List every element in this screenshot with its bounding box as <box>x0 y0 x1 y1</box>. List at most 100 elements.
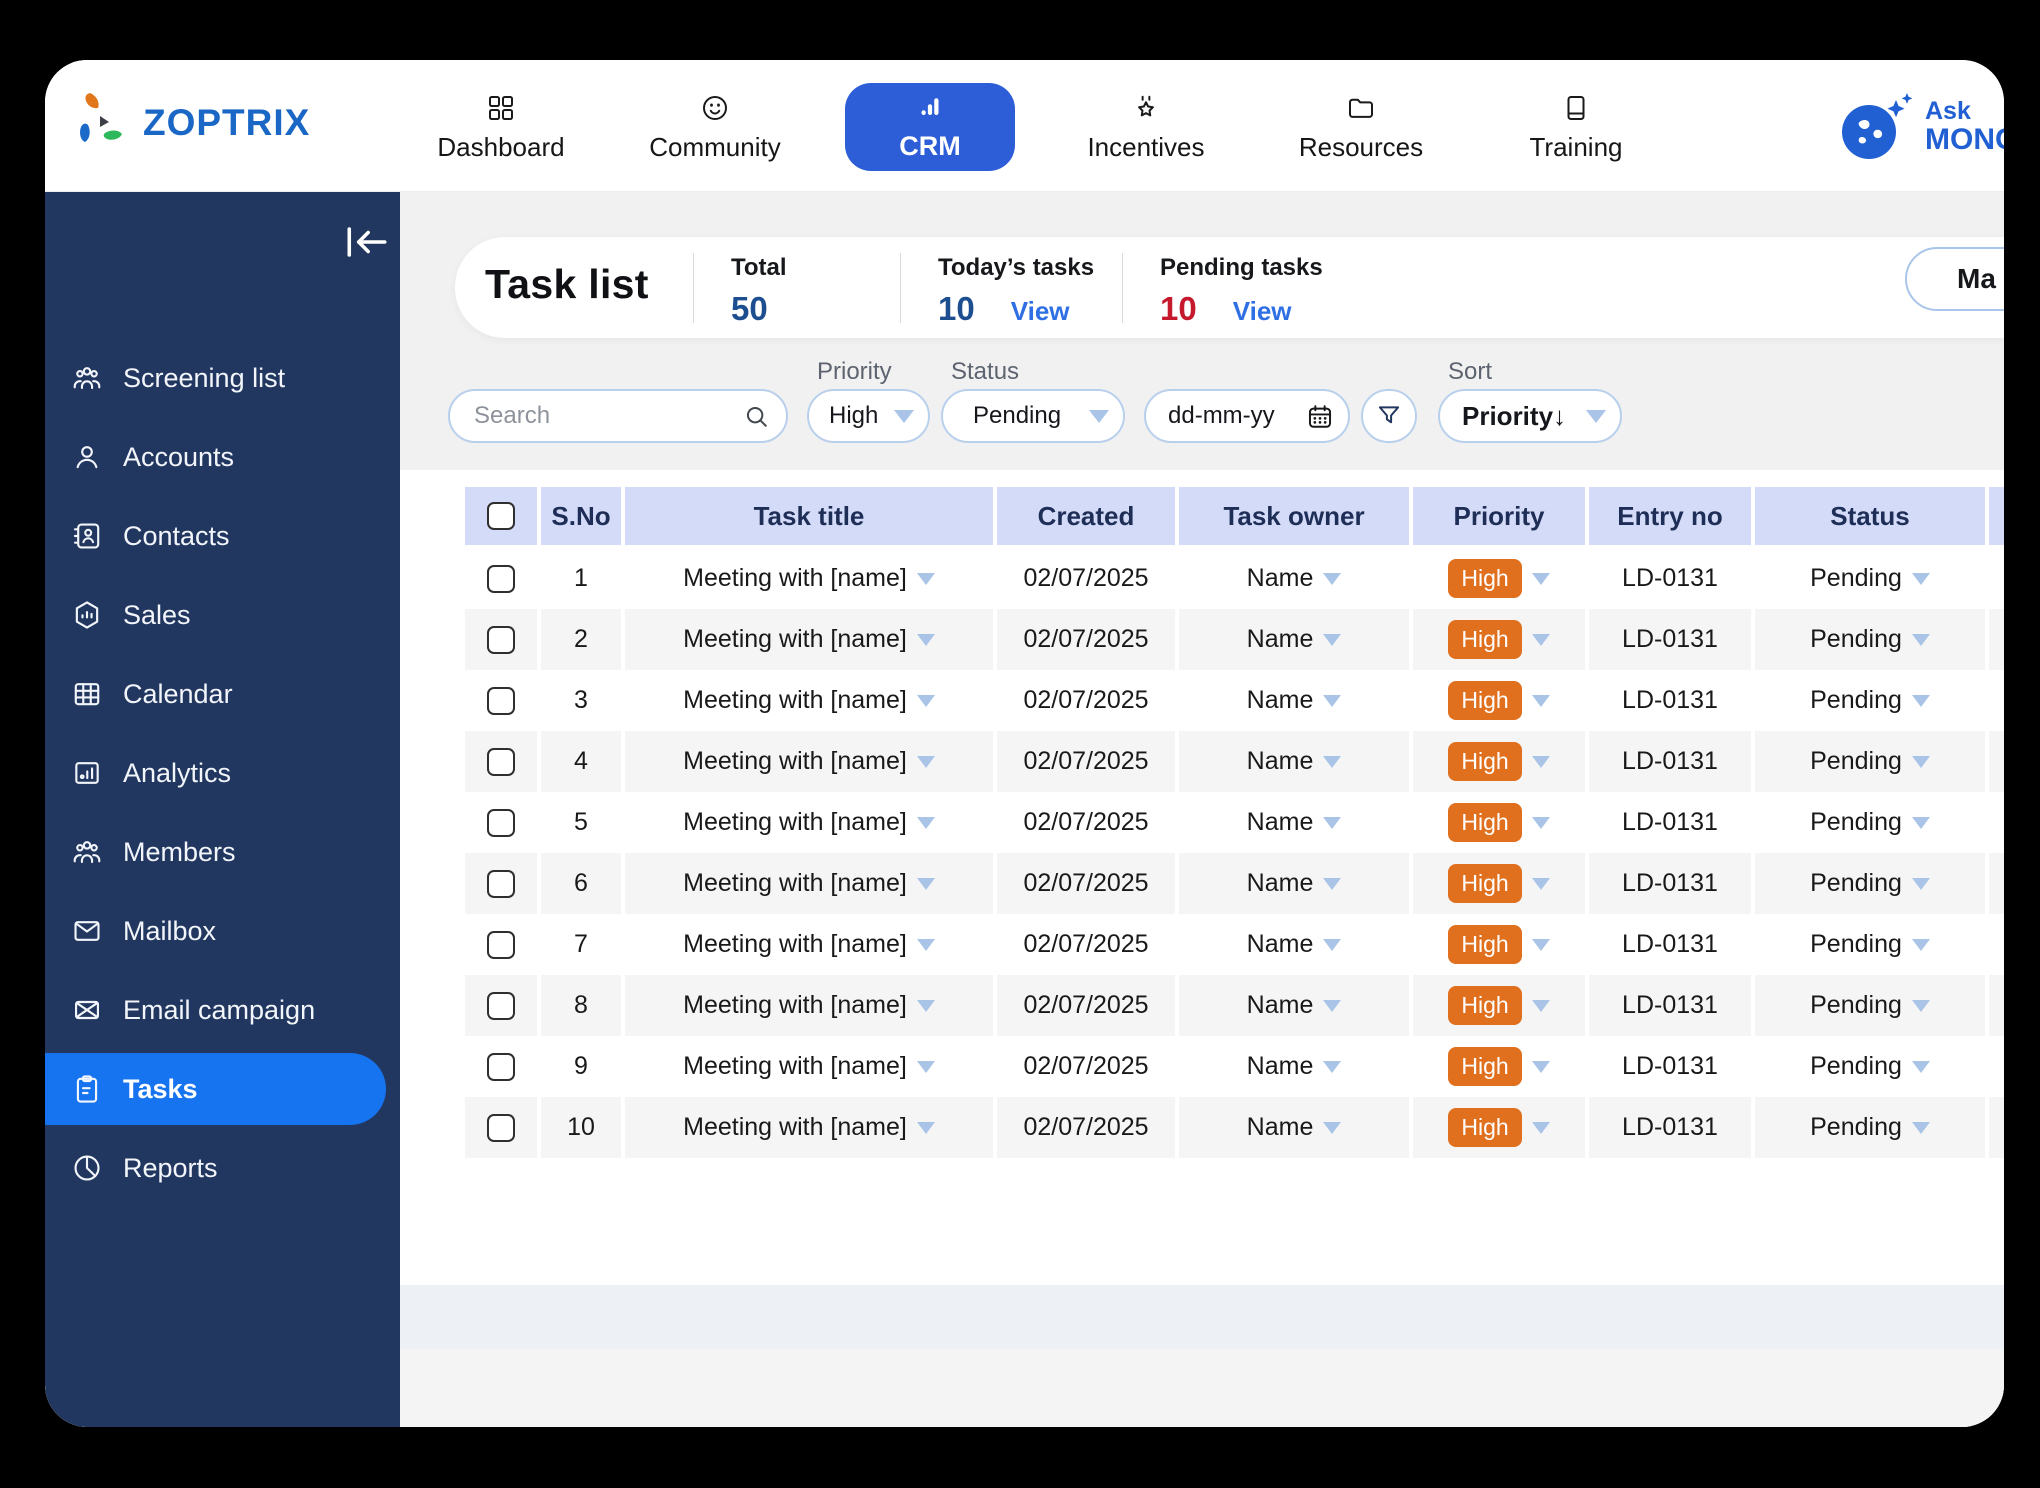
status-dropdown-value: Pending <box>973 402 1061 430</box>
cell-partial <box>1989 548 2004 609</box>
stat-view-link[interactable]: View <box>1233 296 1292 327</box>
cell-priority[interactable]: High <box>1413 731 1585 792</box>
cell-task-title[interactable]: Meeting with [name] <box>625 609 993 670</box>
cell-status[interactable]: Pending <box>1755 1036 1985 1097</box>
sidebar-item-screening-list[interactable]: Screening list <box>45 346 400 410</box>
row-checkbox[interactable] <box>487 748 515 776</box>
cell-task-title[interactable]: Meeting with [name] <box>625 975 993 1036</box>
cell-status[interactable]: Pending <box>1755 914 1985 975</box>
sort-dropdown[interactable]: Priority↓ <box>1438 389 1622 443</box>
cell-priority[interactable]: High <box>1413 670 1585 731</box>
chevron-down-icon <box>1912 634 1930 646</box>
sidebar-item-accounts[interactable]: Accounts <box>45 425 400 489</box>
cell-priority[interactable]: High <box>1413 853 1585 914</box>
row-checkbox[interactable] <box>487 992 515 1020</box>
cell-task-title[interactable]: Meeting with [name] <box>625 853 993 914</box>
cell-priority[interactable]: High <box>1413 548 1585 609</box>
cell-created: 02/07/2025 <box>997 792 1175 853</box>
cell-task-title[interactable]: Meeting with [name] <box>625 548 993 609</box>
cell-task-owner[interactable]: Name <box>1179 853 1409 914</box>
topnav-item-training[interactable]: Training <box>1491 82 1661 174</box>
cell-task-owner[interactable]: Name <box>1179 548 1409 609</box>
sidebar-item-members[interactable]: Members <box>45 820 400 884</box>
brand-logo[interactable]: ZOPTRIX <box>73 90 310 156</box>
cell-task-title[interactable]: Meeting with [name] <box>625 1036 993 1097</box>
cell-status[interactable]: Pending <box>1755 670 1985 731</box>
cell-task-title[interactable]: Meeting with [name] <box>625 914 993 975</box>
cell-priority[interactable]: High <box>1413 975 1585 1036</box>
chevron-down-icon <box>917 634 935 646</box>
calendar-icon <box>1306 403 1334 431</box>
cell-status[interactable]: Pending <box>1755 609 1985 670</box>
stat-view-link[interactable]: View <box>1011 296 1070 327</box>
cell-task-owner[interactable]: Name <box>1179 731 1409 792</box>
cell-task-title[interactable]: Meeting with [name] <box>625 731 993 792</box>
cell-priority[interactable]: High <box>1413 914 1585 975</box>
cell-status[interactable]: Pending <box>1755 731 1985 792</box>
topnav-item-incentives[interactable]: Incentives <box>1061 82 1231 174</box>
cell-task-owner[interactable]: Name <box>1179 975 1409 1036</box>
row-checkbox[interactable] <box>487 809 515 837</box>
cell-priority[interactable]: High <box>1413 792 1585 853</box>
filter-button[interactable] <box>1361 389 1417 443</box>
cut-off-action-button[interactable]: Ma <box>1905 247 2004 311</box>
chevron-down-icon <box>917 695 935 707</box>
cell-partial <box>1989 853 2004 914</box>
cell-task-owner[interactable]: Name <box>1179 792 1409 853</box>
cell-status[interactable]: Pending <box>1755 548 1985 609</box>
analytics-doc-icon <box>71 757 103 789</box>
row-checkbox[interactable] <box>487 1114 515 1142</box>
sidebar-item-reports[interactable]: Reports <box>45 1136 400 1200</box>
row-checkbox[interactable] <box>487 565 515 593</box>
screen-canvas: ZOPTRIX Dashboard Community CRM Incentiv… <box>0 0 2040 1488</box>
topnav-label-crm: CRM <box>899 131 961 162</box>
sidebar-item-mailbox[interactable]: Mailbox <box>45 899 400 963</box>
row-checkbox[interactable] <box>487 687 515 715</box>
search-box[interactable] <box>448 389 788 443</box>
row-select-cell <box>465 1097 537 1158</box>
sidebar-item-sales[interactable]: Sales <box>45 583 400 647</box>
cell-priority[interactable]: High <box>1413 1036 1585 1097</box>
row-select-cell <box>465 914 537 975</box>
row-checkbox[interactable] <box>487 931 515 959</box>
cell-task-owner[interactable]: Name <box>1179 1036 1409 1097</box>
date-filter-input[interactable]: dd-mm-yy <box>1144 389 1350 443</box>
priority-dropdown[interactable]: High <box>807 389 930 443</box>
cell-task-title[interactable]: Meeting with [name] <box>625 792 993 853</box>
row-checkbox[interactable] <box>487 1053 515 1081</box>
topnav-item-dashboard[interactable]: Dashboard <box>416 82 586 174</box>
select-all-checkbox[interactable] <box>487 502 515 530</box>
cell-task-owner[interactable]: Name <box>1179 670 1409 731</box>
sidebar-item-calendar[interactable]: Calendar <box>45 662 400 726</box>
search-input[interactable] <box>450 401 720 431</box>
topnav-item-crm[interactable]: CRM <box>845 83 1015 171</box>
cell-created: 02/07/2025 <box>997 609 1175 670</box>
topnav-item-community[interactable]: Community <box>630 82 800 174</box>
cell-priority[interactable]: High <box>1413 609 1585 670</box>
chevron-down-icon <box>1532 634 1550 646</box>
row-checkbox[interactable] <box>487 870 515 898</box>
person-icon <box>71 441 103 473</box>
sidebar-item-contacts[interactable]: Contacts <box>45 504 400 568</box>
topnav-item-resources[interactable]: Resources <box>1276 82 1446 174</box>
status-dropdown[interactable]: Pending <box>941 389 1125 443</box>
envelope-icon <box>71 915 103 947</box>
table-body: 1Meeting with [name]02/07/2025NameHighLD… <box>465 548 2004 1158</box>
cell-status[interactable]: Pending <box>1755 1097 1985 1158</box>
cell-task-owner[interactable]: Name <box>1179 1097 1409 1158</box>
sidebar-item-analytics[interactable]: Analytics <box>45 741 400 805</box>
cell-status[interactable]: Pending <box>1755 853 1985 914</box>
cell-task-owner[interactable]: Name <box>1179 609 1409 670</box>
cell-status[interactable]: Pending <box>1755 792 1985 853</box>
sidebar-item-tasks[interactable]: Tasks <box>45 1053 386 1125</box>
sidebar-item-email-campaign[interactable]: Email campaign <box>45 978 400 1042</box>
ask-mono-button[interactable]: Ask MONO! <box>1833 92 2004 162</box>
sidebar-collapse-icon[interactable] <box>341 224 393 260</box>
row-checkbox[interactable] <box>487 626 515 654</box>
cell-task-title[interactable]: Meeting with [name] <box>625 1097 993 1158</box>
cell-task-owner[interactable]: Name <box>1179 914 1409 975</box>
cell-status[interactable]: Pending <box>1755 975 1985 1036</box>
cell-task-title[interactable]: Meeting with [name] <box>625 670 993 731</box>
cell-priority[interactable]: High <box>1413 1097 1585 1158</box>
chevron-down-icon <box>1532 878 1550 890</box>
